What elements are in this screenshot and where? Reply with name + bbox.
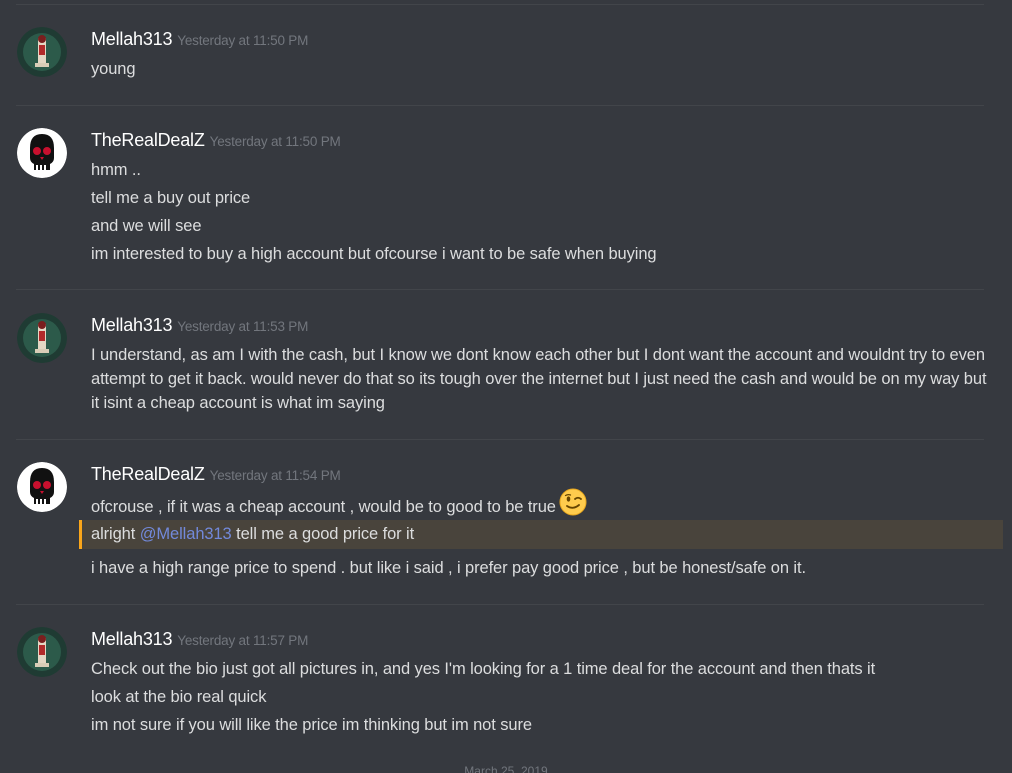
message-text: young [91,60,136,78]
timestamp[interactable]: Yesterday at 11:50 PM [210,134,341,149]
chat-messages: Mellah313 Yesterday at 11:50 PM young The… [0,0,1012,773]
message-text: hmm .. [91,161,141,179]
timestamp[interactable]: Yesterday at 11:53 PM [177,319,308,334]
message-divider [16,105,984,106]
message-text: look at the bio real quick [91,688,267,706]
avatar[interactable] [17,128,67,178]
message-text: im interested to buy a high account but … [91,245,657,263]
timestamp[interactable]: Yesterday at 11:50 PM [177,33,308,48]
username[interactable]: Mellah313 [91,315,172,335]
message-text: ofcrouse , if it was a cheap account , w… [91,488,996,523]
username[interactable]: TheRealDealZ [91,464,205,484]
message-text-content: ofcrouse , if it was a cheap account , w… [91,497,556,516]
message-header: TheRealDealZ Yesterday at 11:54 PM [91,464,341,485]
message-text-prefix: alright [91,525,140,543]
message-text: im not sure if you will like the price i… [91,716,532,734]
message-text: Check out the bio just got all pictures … [91,660,876,678]
message-text: and we will see [91,217,202,235]
message-text: i have a high range price to spend . but… [91,559,806,577]
username[interactable]: TheRealDealZ [91,130,205,150]
message-header: TheRealDealZ Yesterday at 11:50 PM [91,130,341,151]
avatar[interactable] [17,313,67,363]
message-header: Mellah313 Yesterday at 11:57 PM [91,629,308,650]
message-text-suffix: tell me a good price for it [231,525,415,543]
message-text-mention: alright @Mellah313 tell me a good price … [91,522,996,546]
timestamp[interactable]: Yesterday at 11:57 PM [177,633,308,648]
message-divider [16,604,984,605]
message-divider [16,289,984,290]
message-divider [16,4,984,5]
message-text: I understand, as am I with the cash, but… [91,346,987,412]
timestamp[interactable]: Yesterday at 11:54 PM [210,468,341,483]
avatar[interactable] [17,462,67,512]
username[interactable]: Mellah313 [91,629,172,649]
message-header: Mellah313 Yesterday at 11:50 PM [91,29,308,50]
username[interactable]: Mellah313 [91,29,172,49]
winking-face-icon [559,488,587,523]
date-separator: March 25, 2019 [464,764,548,773]
avatar[interactable] [17,627,67,677]
message-text: tell me a buy out price [91,189,251,207]
message-divider [16,439,984,440]
avatar[interactable] [17,27,67,77]
user-mention[interactable]: @Mellah313 [140,525,232,543]
message-header: Mellah313 Yesterday at 11:53 PM [91,315,308,336]
